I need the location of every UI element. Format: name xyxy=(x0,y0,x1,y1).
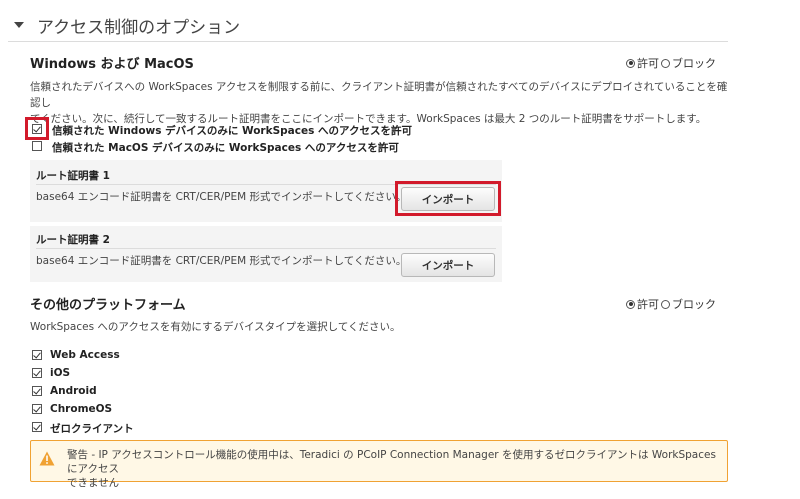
windows-mac-description: 信頼されたデバイスへの WorkSpaces アクセスを制限する前に、クライアン… xyxy=(30,79,730,127)
description-line-1: 信頼されたデバイスへの WorkSpaces アクセスを制限する前に、クライアン… xyxy=(30,81,728,109)
device-label-android: Android xyxy=(50,385,97,397)
radio-block-label: ブロック xyxy=(672,57,716,70)
section-title: アクセス制御のオプション xyxy=(37,18,241,38)
radio-allow-other[interactable] xyxy=(626,299,635,309)
device-label-chromeos: ChromeOS xyxy=(50,403,113,415)
radio-block-other[interactable] xyxy=(661,299,670,309)
root-cert-2-divider xyxy=(36,248,496,249)
warning-line-1: 警告 - IP アクセスコントロール機能の使用中は、Teradici の PCo… xyxy=(67,449,716,475)
root-cert-1-title: ルート証明書 1 xyxy=(36,170,110,182)
warning-alert: 警告 - IP アクセスコントロール機能の使用中は、Teradici の PCo… xyxy=(30,440,728,489)
checkbox-ios[interactable] xyxy=(32,368,42,378)
radio-allow-windows-mac[interactable] xyxy=(626,58,635,68)
checkbox-android[interactable] xyxy=(32,386,42,396)
checkbox-web-access[interactable] xyxy=(32,350,42,360)
device-label-zero-client: ゼロクライアント xyxy=(50,423,134,435)
other-platforms-description: WorkSpaces へのアクセスを有効にするデバイスタイプを選択してください。 xyxy=(30,321,401,333)
root-cert-2-description: base64 エンコード証明書を CRT/CER/PEM 形式でインポートしてく… xyxy=(36,255,407,267)
collapse-caret-icon[interactable] xyxy=(14,22,24,28)
root-cert-2-title: ルート証明書 2 xyxy=(36,234,110,246)
device-label-web-access: Web Access xyxy=(50,349,120,361)
windows-mac-radio-group: 許可 ブロック xyxy=(626,55,716,71)
checkbox-zero-client[interactable] xyxy=(32,422,42,432)
warning-line-2: できません xyxy=(67,477,120,489)
checkbox-windows-label: 信頼された Windows デバイスのみに WorkSpaces へのアクセスを… xyxy=(52,125,412,137)
checkbox-mac-label: 信頼された MacOS デバイスのみに WorkSpaces へのアクセスを許可 xyxy=(52,142,399,154)
radio-allow-other-label: 許可 xyxy=(637,298,659,311)
device-label-ios: iOS xyxy=(50,367,71,379)
radio-allow-label: 許可 xyxy=(637,57,659,70)
warning-text: 警告 - IP アクセスコントロール機能の使用中は、Teradici の PCo… xyxy=(67,448,717,490)
checkbox-chromeos[interactable] xyxy=(32,404,42,414)
checkbox-mac-only[interactable] xyxy=(32,141,42,151)
import-cert-1-button[interactable]: インポート xyxy=(401,187,495,211)
warning-icon xyxy=(39,451,55,466)
import-cert-2-button[interactable]: インポート xyxy=(401,253,495,277)
root-cert-2-panel: ルート証明書 2 base64 エンコード証明書を CRT/CER/PEM 形式… xyxy=(30,226,502,282)
radio-block-other-label: ブロック xyxy=(672,298,716,311)
root-cert-1-panel: ルート証明書 1 base64 エンコード証明書を CRT/CER/PEM 形式… xyxy=(30,160,502,222)
radio-block-windows-mac[interactable] xyxy=(661,58,670,68)
other-platforms-heading: その他のプラットフォーム xyxy=(30,298,186,313)
checkbox-windows-only[interactable] xyxy=(32,124,42,134)
windows-mac-heading: Windows および MacOS xyxy=(30,57,194,72)
root-cert-1-description: base64 エンコード証明書を CRT/CER/PEM 形式でインポートしてく… xyxy=(36,191,407,203)
other-radio-group: 許可 ブロック xyxy=(626,296,716,312)
section-divider xyxy=(8,41,728,42)
